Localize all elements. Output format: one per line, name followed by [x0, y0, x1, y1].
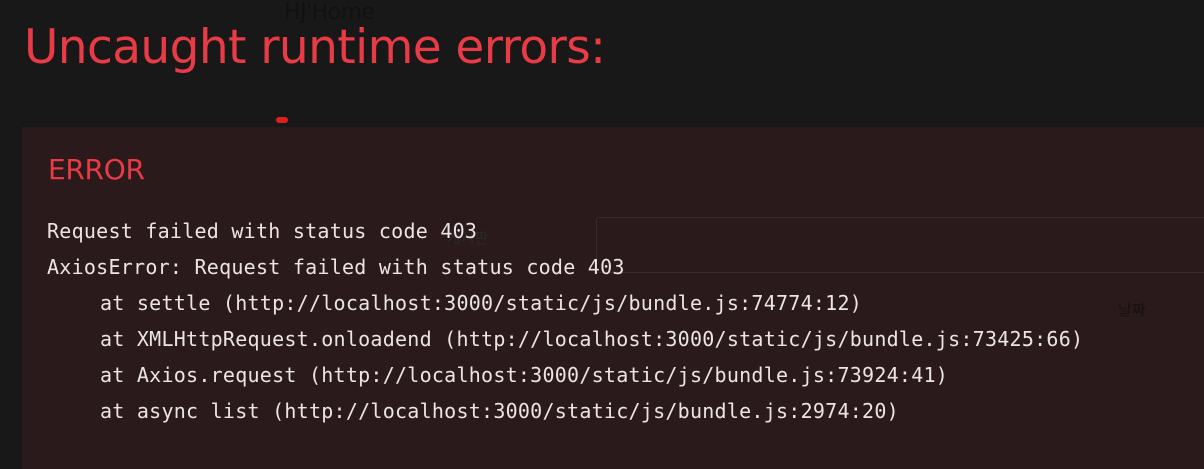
stack-line: at Axios.request (http://localhost:3000/…: [100, 363, 949, 387]
background-date-label: 날짜: [1118, 301, 1146, 319]
stack-line-error-name: AxiosError: Request failed with status c…: [47, 255, 625, 279]
overlay-heading: Uncaught runtime errors:: [24, 20, 606, 75]
error-panel: 게시판 날짜 ERROR Request failed with status …: [22, 127, 1204, 469]
error-stack-trace: Request failed with status code 403 Axios…: [47, 213, 1083, 429]
error-overlay-screen: HJ'Home Uncaught runtime errors: 게시판 날짜 …: [0, 0, 1204, 469]
error-type-label: ERROR: [48, 153, 145, 186]
background-red-indicator: [276, 117, 288, 123]
stack-line: at XMLHttpRequest.onloadend (http://loca…: [100, 327, 1084, 351]
stack-line: at async list (http://localhost:3000/sta…: [100, 399, 899, 423]
error-message: Request failed with status code 403: [47, 219, 478, 243]
stack-line: at settle (http://localhost:3000/static/…: [100, 291, 863, 315]
